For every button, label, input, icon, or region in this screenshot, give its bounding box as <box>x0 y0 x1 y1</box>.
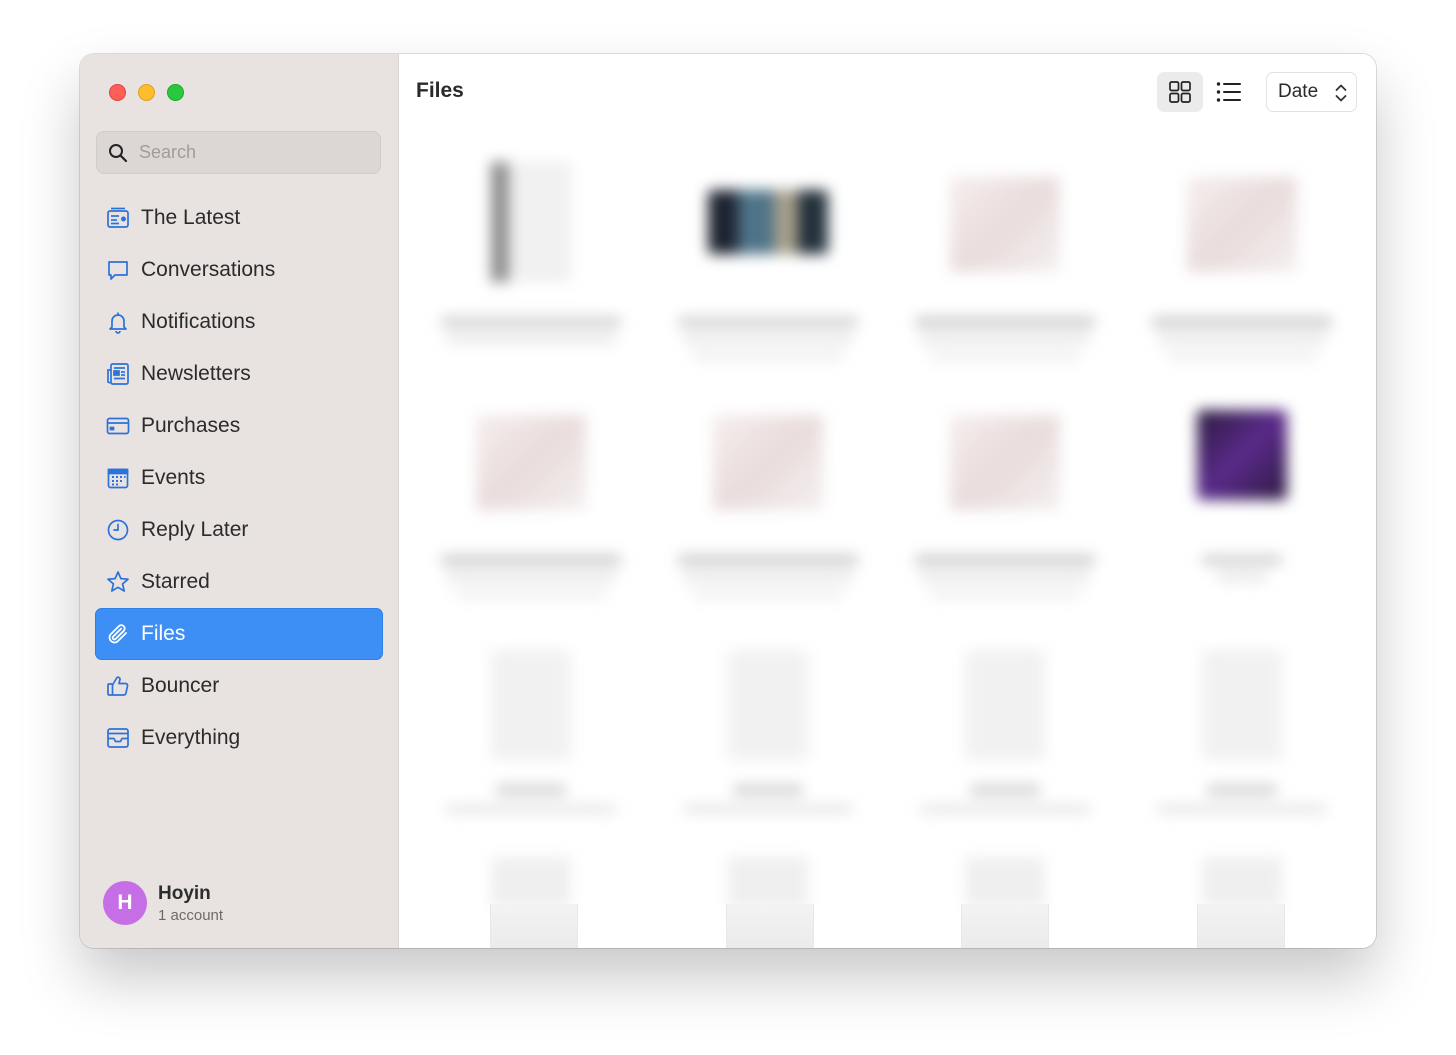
file-thumbnail <box>965 857 1045 907</box>
newspaper-icon <box>105 361 131 387</box>
thumbs-up-icon <box>105 673 131 699</box>
files-pane: Files Date <box>399 54 1376 948</box>
sidebar-item-label: Files <box>141 622 186 645</box>
file-tile[interactable] <box>663 857 873 907</box>
sidebar-item-conversations[interactable]: Conversations <box>95 244 383 296</box>
sidebar-item-label: Starred <box>141 570 210 593</box>
sidebar-item-label: Newsletters <box>141 362 251 385</box>
sidebar-item-newsletters[interactable]: Newsletters <box>95 348 383 400</box>
file-thumbnail <box>708 190 828 254</box>
sidebar-item-label: Bouncer <box>141 674 220 697</box>
file-thumbnail <box>728 857 808 907</box>
sidebar-item-label: Events <box>141 466 206 489</box>
file-thumbnail <box>950 415 1060 510</box>
sidebar-item-label: Reply Later <box>141 518 249 541</box>
sidebar-item-files[interactable]: Files <box>95 608 383 660</box>
sidebar-item-purchases[interactable]: Purchases <box>95 400 383 452</box>
file-tile[interactable] <box>1137 630 1347 860</box>
sidebar-item-label: Purchases <box>141 414 241 437</box>
file-thumbnail <box>950 177 1060 272</box>
sidebar-item-label: Everything <box>141 726 241 749</box>
account-count: 1 account <box>158 906 224 924</box>
chat-bubble-icon <box>105 257 131 283</box>
file-thumbnail <box>1202 650 1282 760</box>
sidebar-nav: The Latest Conversations Notifications N… <box>95 192 383 764</box>
close-window-button[interactable] <box>109 84 126 101</box>
account-switcher[interactable]: H Hoyin 1 account <box>103 881 223 925</box>
file-thumbnail <box>1187 177 1297 272</box>
paperclip-icon <box>105 621 131 647</box>
traffic-lights <box>109 84 184 101</box>
file-thumbnail-partial <box>726 904 814 948</box>
file-tile[interactable] <box>900 390 1110 620</box>
file-thumbnail <box>491 650 571 760</box>
sidebar-item-bouncer[interactable]: Bouncer <box>95 660 383 712</box>
file-thumbnail-partial <box>490 904 578 948</box>
sidebar-item-label: Conversations <box>141 258 276 281</box>
file-tile[interactable] <box>663 630 873 860</box>
file-tile[interactable] <box>1137 857 1347 907</box>
file-thumbnail <box>491 857 571 907</box>
account-name: Hoyin <box>158 882 211 904</box>
sidebar-item-label: The Latest <box>141 206 241 229</box>
file-tile[interactable] <box>426 390 636 620</box>
file-tile[interactable] <box>426 857 636 907</box>
app-window: The Latest Conversations Notifications <box>80 54 1376 948</box>
grid-icon <box>1169 81 1191 103</box>
search-input[interactable] <box>137 141 361 164</box>
grid-view-button[interactable] <box>1157 72 1203 112</box>
bell-icon <box>105 309 131 335</box>
credit-card-icon <box>105 413 131 439</box>
file-tile[interactable] <box>900 630 1110 860</box>
star-icon <box>105 569 131 595</box>
clock-icon <box>105 517 131 543</box>
file-thumbnail <box>491 162 571 282</box>
sidebar: The Latest Conversations Notifications <box>80 54 399 948</box>
sidebar-item-starred[interactable]: Starred <box>95 556 383 608</box>
sort-label: Date <box>1278 81 1319 102</box>
list-view-button[interactable] <box>1206 72 1252 112</box>
file-tile[interactable] <box>426 152 636 382</box>
inbox-tray-icon <box>105 725 131 751</box>
sidebar-item-the-latest[interactable]: The Latest <box>95 192 383 244</box>
file-thumbnail <box>1202 857 1282 907</box>
sort-select[interactable]: Date <box>1266 72 1357 112</box>
minimize-window-button[interactable] <box>138 84 155 101</box>
file-tile[interactable] <box>1137 152 1347 382</box>
zoom-window-button[interactable] <box>167 84 184 101</box>
file-thumbnail <box>728 650 808 760</box>
sidebar-item-label: Notifications <box>141 310 256 333</box>
latest-icon <box>105 205 131 231</box>
file-thumbnail-partial <box>1197 904 1285 948</box>
file-tile[interactable] <box>663 390 873 620</box>
sidebar-item-notifications[interactable]: Notifications <box>95 296 383 348</box>
file-thumbnail <box>476 415 586 510</box>
sidebar-item-reply-later[interactable]: Reply Later <box>95 504 383 556</box>
file-tile[interactable] <box>663 152 873 382</box>
file-grid <box>426 152 1351 907</box>
file-thumbnail <box>713 415 823 510</box>
file-tile[interactable] <box>426 630 636 860</box>
calendar-icon <box>105 465 131 491</box>
file-thumbnail <box>1197 410 1287 500</box>
chevron-up-down-icon <box>1335 84 1347 102</box>
file-thumbnail-partial <box>961 904 1049 948</box>
file-thumbnail <box>965 650 1045 760</box>
list-icon <box>1216 82 1241 102</box>
sidebar-item-everything[interactable]: Everything <box>95 712 383 764</box>
search-box[interactable] <box>96 131 381 174</box>
sidebar-item-events[interactable]: Events <box>95 452 383 504</box>
avatar: H <box>103 881 147 925</box>
file-tile[interactable] <box>900 152 1110 382</box>
search-icon <box>109 143 128 162</box>
file-tile[interactable] <box>1137 390 1347 620</box>
file-tile[interactable] <box>900 857 1110 907</box>
page-title: Files <box>416 79 464 102</box>
